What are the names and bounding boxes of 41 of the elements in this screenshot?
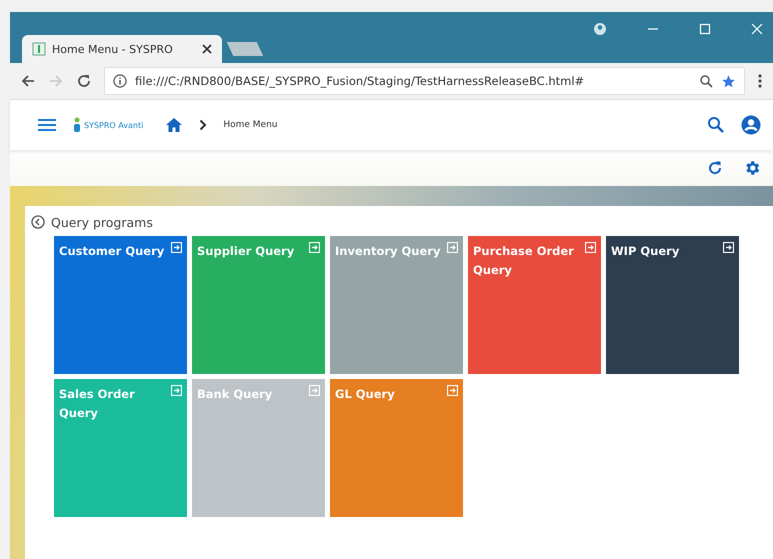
back-arrow-icon[interactable] — [20, 73, 36, 89]
collapse-circle-icon[interactable] — [31, 215, 45, 229]
tile-label: Bank Query — [197, 386, 274, 403]
open-window-icon[interactable] — [171, 242, 182, 253]
info-icon[interactable] — [113, 74, 127, 88]
section-title: Query programs — [51, 214, 153, 230]
tile-label: GL Query — [335, 386, 396, 403]
user-account-icon[interactable] — [741, 115, 761, 135]
home-icon[interactable] — [165, 117, 184, 133]
new-tab-button[interactable] — [226, 42, 264, 56]
program-tile[interactable]: Purchase Order Query — [468, 236, 601, 374]
refresh-icon[interactable] — [707, 160, 723, 176]
zoom-icon[interactable] — [699, 74, 713, 88]
close-icon[interactable] — [202, 44, 212, 54]
program-tile[interactable]: Sales Order Query — [54, 379, 187, 517]
search-icon[interactable] — [707, 116, 725, 134]
open-window-icon[interactable] — [723, 242, 734, 253]
program-tile[interactable]: GL Query — [330, 379, 463, 517]
browser-tab[interactable]: Home Menu - SYSPRO — [22, 35, 222, 63]
maximize-icon[interactable] — [699, 23, 711, 35]
program-tile[interactable]: Supplier Query — [192, 236, 325, 374]
tile-label: Supplier Query — [197, 243, 296, 260]
address-field[interactable]: file:///C:/RND800/BASE/_SYSPRO_Fusion/Staging/TestHarnessReleaseBC.html# — [104, 67, 745, 95]
star-icon[interactable] — [721, 74, 736, 88]
tile-label: WIP Query — [611, 243, 680, 260]
more-menu-icon[interactable] — [757, 73, 763, 89]
tile-label: Customer Query — [59, 243, 166, 260]
breadcrumb-item: Home Menu — [223, 120, 278, 130]
tile-label: Purchase Order Query — [473, 243, 575, 279]
page-icon — [32, 42, 46, 56]
program-tile[interactable]: Inventory Query — [330, 236, 463, 374]
logo-mark-icon — [72, 117, 82, 133]
tile-label: Sales Order Query — [59, 386, 136, 422]
logo[interactable]: SYSPRO Avanti — [72, 117, 144, 133]
chevron-right-icon — [199, 119, 208, 131]
menu-icon[interactable] — [38, 118, 56, 132]
profile-icon[interactable] — [593, 22, 607, 36]
tile-label: Inventory Query — [335, 243, 442, 260]
program-tile[interactable]: Customer Query — [54, 236, 187, 374]
program-tile[interactable]: WIP Query — [606, 236, 739, 374]
reload-icon[interactable] — [76, 73, 92, 89]
